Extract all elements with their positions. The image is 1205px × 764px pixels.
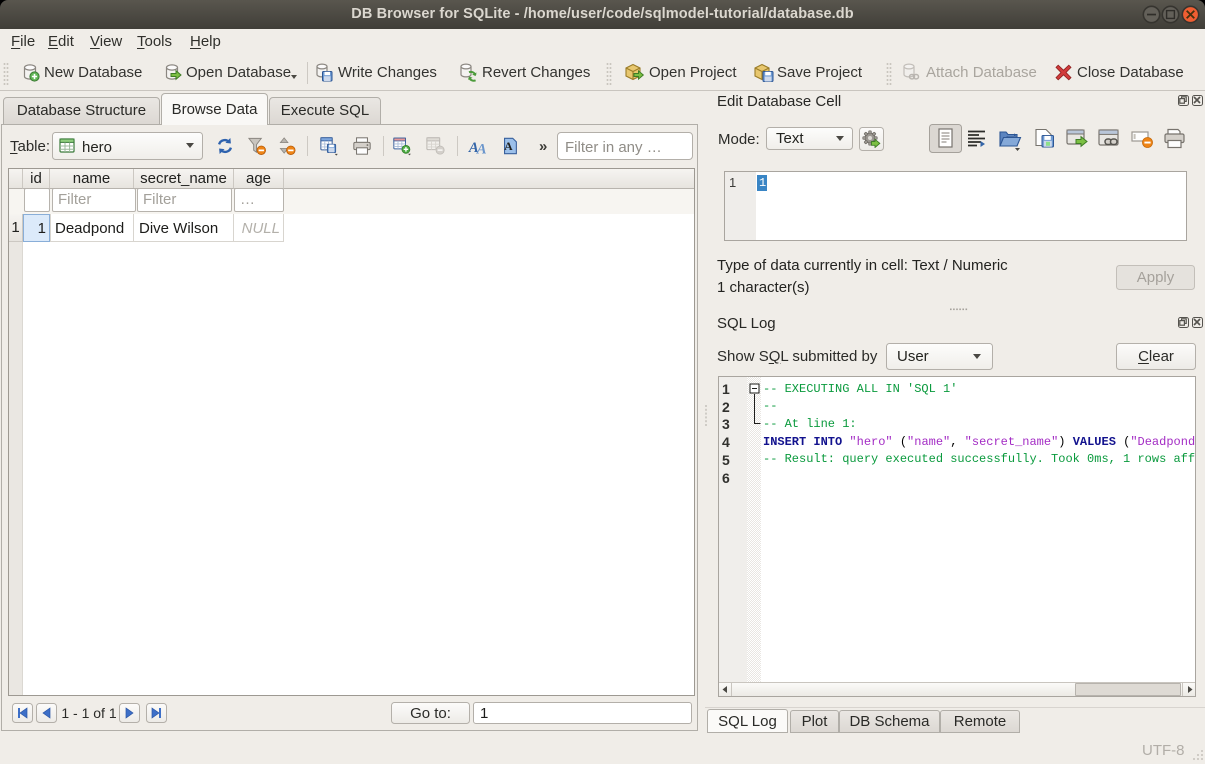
svg-text:A: A [476,142,487,157]
svg-text:A: A [504,139,513,153]
